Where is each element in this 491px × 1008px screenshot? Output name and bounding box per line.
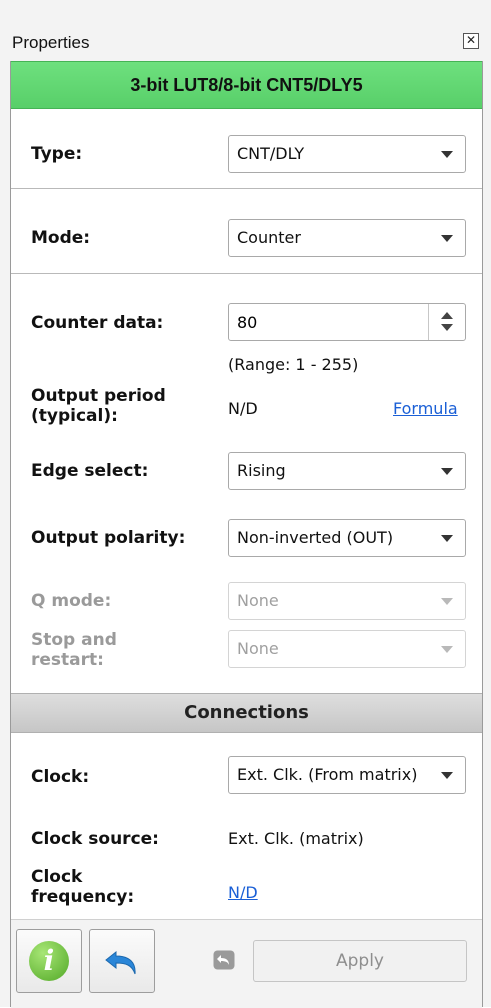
chevron-down-icon: [441, 535, 453, 542]
edge-select-value: Rising: [237, 461, 286, 480]
clock-frequency-label: Clock frequency:: [31, 867, 135, 907]
undo-icon: [105, 950, 136, 975]
chevron-down-icon: [441, 772, 453, 779]
clock-label: Clock:: [31, 767, 90, 787]
edge-select-label: Edge select:: [31, 461, 149, 481]
info-icon: i: [29, 941, 69, 981]
type-select[interactable]: CNT/DLY: [228, 135, 466, 173]
spin-down-icon[interactable]: [441, 324, 453, 331]
clock-frequency-link[interactable]: N/D: [228, 883, 258, 902]
undo-button[interactable]: [89, 929, 155, 993]
separator: [11, 273, 482, 274]
properties-panel: Properties ✕ 3-bit LUT8/8-bit CNT5/DLY5 …: [0, 0, 491, 1008]
mode-label: Mode:: [31, 228, 91, 248]
counter-range-text: (Range: 1 - 255): [228, 355, 359, 374]
stop-restart-label: Stop and restart:: [31, 630, 117, 670]
output-polarity-value: Non-inverted (OUT): [237, 528, 394, 547]
chevron-down-icon: [441, 468, 453, 475]
q-mode-value: None: [237, 591, 279, 610]
q-mode-select: None: [228, 582, 466, 620]
stop-restart-value: None: [237, 639, 279, 658]
output-period-value: N/D: [228, 399, 258, 418]
spin-up-icon[interactable]: [441, 312, 453, 319]
chevron-down-icon: [441, 235, 453, 242]
properties-frame: 3-bit LUT8/8-bit CNT5/DLY5 Type: CNT/DLY…: [10, 61, 483, 1008]
type-label: Type:: [31, 144, 83, 164]
q-mode-label: Q mode:: [31, 591, 112, 611]
spin-buttons[interactable]: [428, 304, 465, 340]
type-select-value: CNT/DLY: [237, 144, 305, 163]
bottom-toolbar: i Apply: [11, 919, 482, 1008]
clock-source-label: Clock source:: [31, 829, 159, 849]
chevron-down-icon: [441, 646, 453, 653]
chevron-down-icon: [441, 598, 453, 605]
apply-button[interactable]: Apply: [253, 940, 467, 982]
chevron-down-icon: [441, 151, 453, 158]
connections-section-header: Connections: [11, 693, 482, 733]
stop-restart-select: None: [228, 630, 466, 668]
undo-icon[interactable]: [213, 950, 235, 970]
info-button[interactable]: i: [16, 929, 82, 993]
output-period-label: Output period (typical):: [31, 386, 166, 426]
formula-link[interactable]: Formula: [393, 399, 458, 418]
edge-select-dropdown[interactable]: Rising: [228, 452, 466, 490]
mode-select[interactable]: Counter: [228, 219, 466, 257]
clock-select-value: Ext. Clk. (From matrix): [237, 765, 418, 784]
clock-select[interactable]: Ext. Clk. (From matrix): [228, 756, 466, 794]
counter-data-spinbox[interactable]: 80: [228, 303, 466, 341]
clock-source-value: Ext. Clk. (matrix): [228, 829, 364, 848]
close-icon[interactable]: ✕: [463, 33, 479, 49]
separator: [11, 188, 482, 189]
panel-title: Properties: [12, 33, 90, 52]
counter-data-label: Counter data:: [31, 313, 164, 333]
output-polarity-label: Output polarity:: [31, 528, 186, 548]
counter-data-value[interactable]: 80: [237, 313, 257, 332]
mode-select-value: Counter: [237, 228, 301, 247]
output-polarity-select[interactable]: Non-inverted (OUT): [228, 519, 466, 557]
block-name-header: 3-bit LUT8/8-bit CNT5/DLY5: [11, 61, 482, 109]
